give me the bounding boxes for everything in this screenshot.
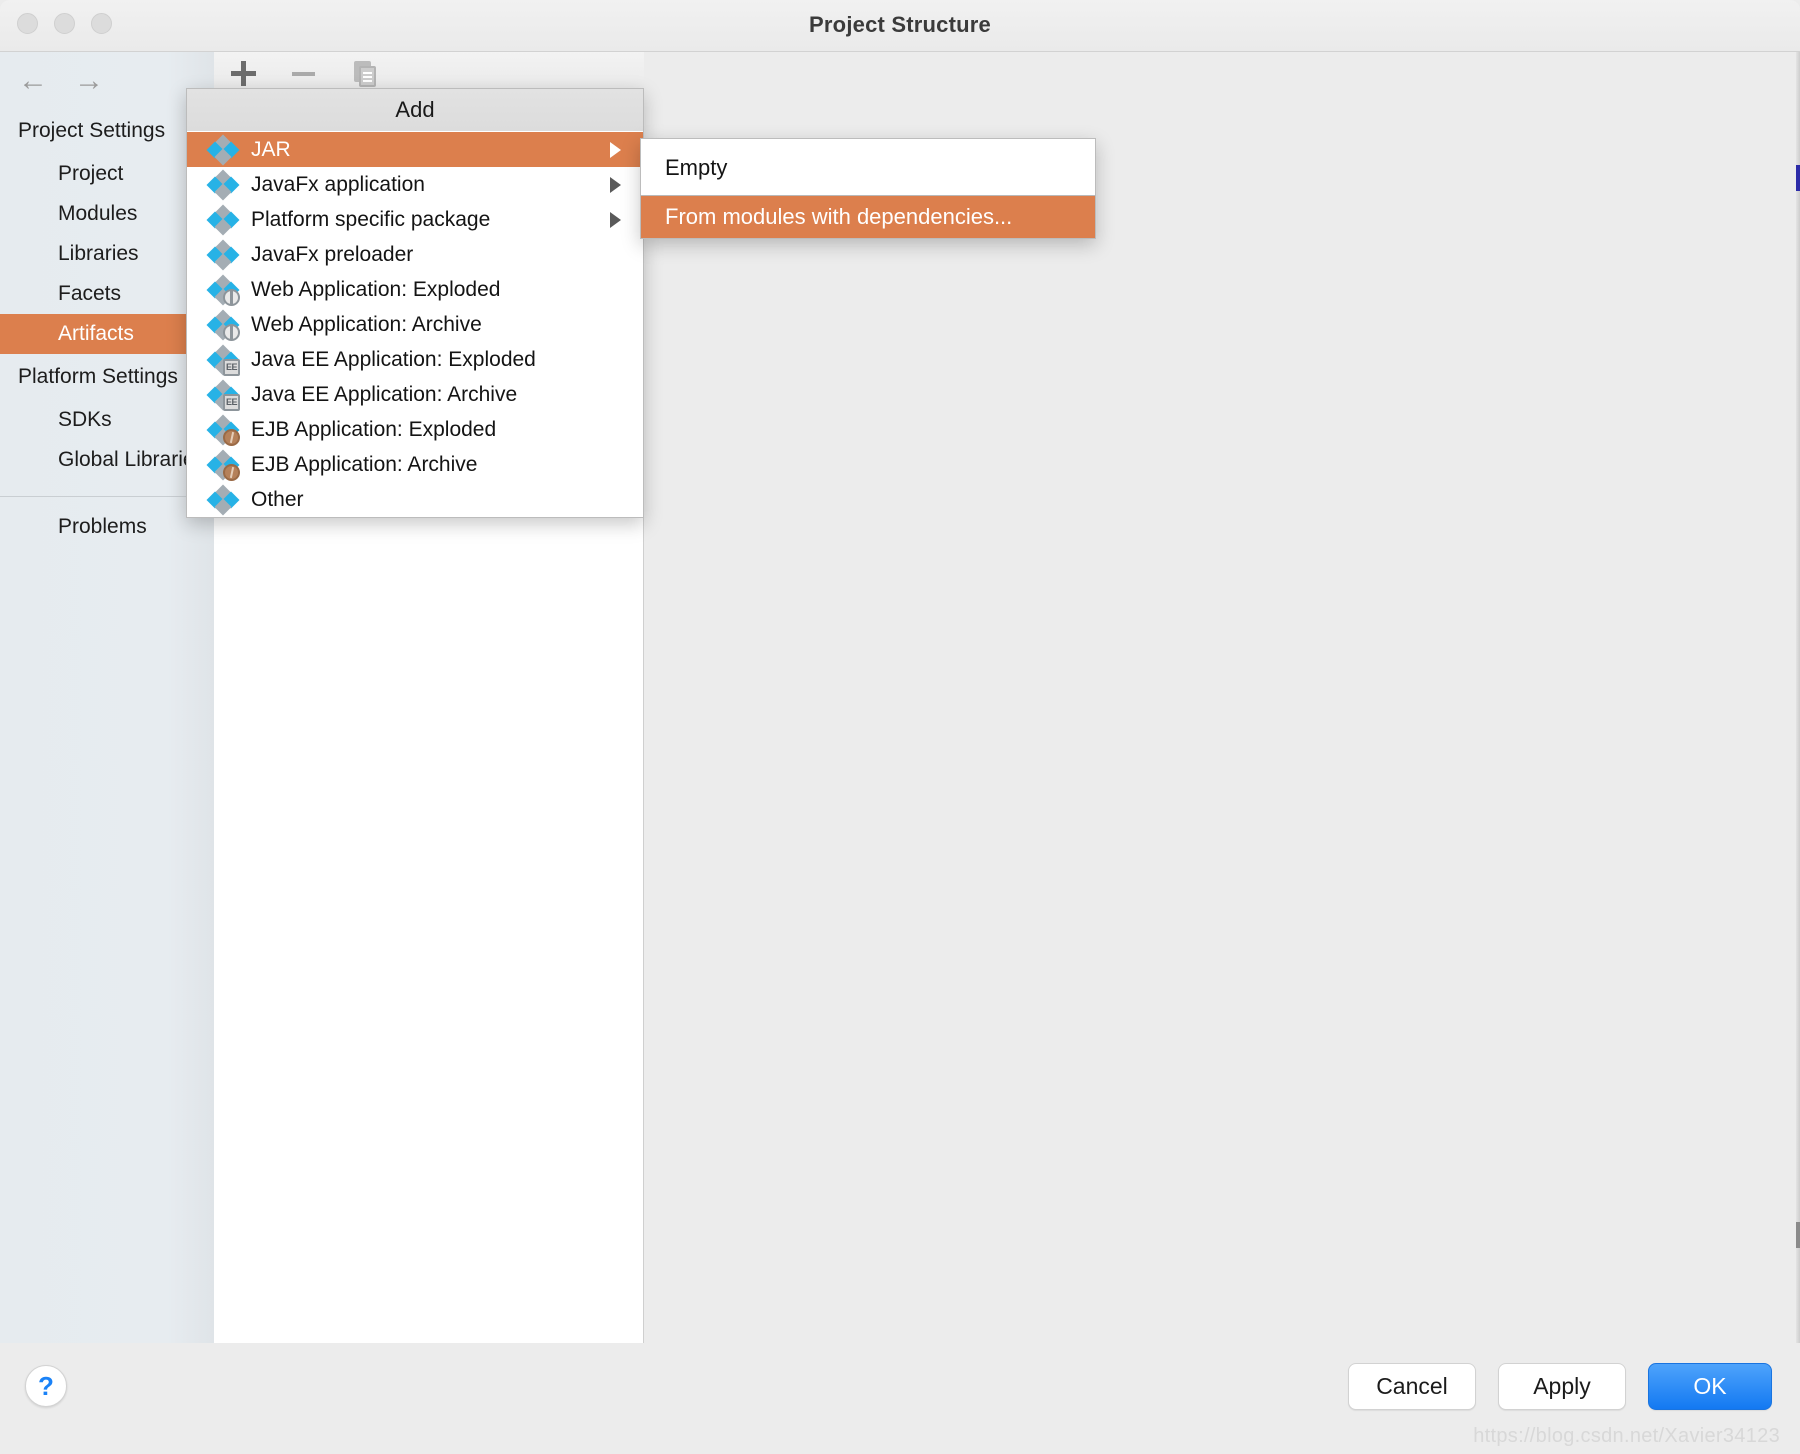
project-structure-dialog: Project Structure ← → Project Settings P…	[0, 0, 1800, 1454]
window-right-edge	[1796, 52, 1800, 1343]
edge-marker-top	[1796, 165, 1800, 191]
sidebar-item-sdks[interactable]: SDKs	[0, 400, 214, 440]
menu-item-java-ee-application-archive[interactable]: EE Java EE Application: Archive	[187, 377, 643, 412]
menu-item-javafx-application[interactable]: JavaFx application	[187, 167, 643, 202]
menu-item-label: EJB Application: Exploded	[251, 417, 497, 441]
back-arrow-icon[interactable]: ←	[16, 66, 50, 96]
diamond-cluster-icon	[206, 134, 240, 165]
menu-item-label: Web Application: Exploded	[251, 277, 501, 301]
sidebar-item-artifacts[interactable]: Artifacts	[0, 314, 214, 354]
menu-item-label: JavaFx application	[251, 172, 425, 196]
menu-item-label: EJB Application: Archive	[251, 452, 478, 476]
menu-item-label: JAR	[251, 137, 291, 161]
diamond-cluster-icon	[206, 239, 240, 270]
menu-item-other[interactable]: Other	[187, 482, 643, 517]
menu-item-java-ee-application-exploded[interactable]: EE Java EE Application: Exploded	[187, 342, 643, 377]
sidebar-group-project-settings: Project Settings	[18, 119, 166, 142]
menu-item-label: JavaFx preloader	[251, 242, 414, 266]
add-menu-header: Add	[187, 89, 643, 132]
submenu-item-from-modules-with-dependencies[interactable]: From modules with dependencies...	[641, 196, 1095, 238]
edge-marker-bottom	[1796, 1222, 1800, 1248]
diamond-cluster-bean-icon	[206, 414, 240, 446]
menu-item-javafx-preloader[interactable]: JavaFx preloader	[187, 237, 643, 272]
menu-item-label: Java EE Application: Archive	[251, 382, 518, 406]
window-title: Project Structure	[809, 12, 991, 37]
diamond-cluster-globe-icon	[206, 274, 240, 306]
diamond-cluster-bean-icon	[206, 449, 240, 481]
menu-item-ejb-application-exploded[interactable]: EJB Application: Exploded	[187, 412, 643, 447]
cancel-button[interactable]: Cancel	[1348, 1363, 1476, 1410]
menu-item-jar[interactable]: JAR	[187, 132, 643, 167]
sidebar-item-libraries[interactable]: Libraries	[0, 234, 214, 274]
sidebar-group-platform-settings: Platform Settings	[18, 365, 178, 388]
menu-item-label: Other	[251, 487, 304, 511]
artifact-detail-panel	[645, 52, 1800, 1343]
window-titlebar: Project Structure	[0, 0, 1800, 52]
sidebar-item-facets[interactable]: Facets	[0, 274, 214, 314]
sidebar-nav-arrows: ← →	[10, 60, 130, 102]
diamond-cluster-globe-icon	[206, 309, 240, 341]
dialog-button-row: Cancel Apply OK	[1348, 1363, 1772, 1410]
jar-submenu: Empty From modules with dependencies...	[640, 138, 1096, 239]
sidebar-item-project[interactable]: Project	[0, 154, 214, 194]
chevron-right-icon	[610, 176, 621, 193]
sidebar-item-modules[interactable]: Modules	[0, 194, 214, 234]
sidebar-divider	[0, 496, 214, 497]
add-icon[interactable]	[229, 59, 263, 89]
settings-sidebar: ← → Project Settings Project Modules Lib…	[0, 52, 214, 1343]
menu-item-label: Web Application: Archive	[251, 312, 482, 336]
add-popup-menu: Add JAR JavaFx application Platform spec…	[186, 88, 644, 518]
menu-item-platform-specific-package[interactable]: Platform specific package	[187, 202, 643, 237]
dialog-footer: ? Cancel Apply OK https://blog.csdn.net/…	[0, 1343, 1800, 1454]
diamond-cluster-icon	[206, 169, 240, 200]
chevron-right-icon	[610, 141, 621, 158]
remove-icon[interactable]	[289, 59, 323, 89]
menu-item-ejb-application-archive[interactable]: EJB Application: Archive	[187, 447, 643, 482]
chevron-right-icon	[610, 211, 621, 228]
diamond-cluster-ee-icon: EE	[206, 379, 240, 411]
menu-item-label: Platform specific package	[251, 207, 491, 231]
ee-badge-label: EE	[223, 358, 240, 376]
ok-button[interactable]: OK	[1648, 1363, 1772, 1410]
help-icon[interactable]: ?	[25, 1365, 67, 1407]
diamond-cluster-icon	[206, 484, 240, 515]
diamond-cluster-icon	[206, 204, 240, 235]
ee-badge-label: EE	[223, 393, 240, 411]
watermark-text: https://blog.csdn.net/Xavier34123	[1473, 1425, 1780, 1447]
apply-button[interactable]: Apply	[1498, 1363, 1626, 1410]
sidebar-item-problems[interactable]: Problems	[0, 507, 214, 547]
menu-item-web-application-archive[interactable]: Web Application: Archive	[187, 307, 643, 342]
menu-item-label: Java EE Application: Exploded	[251, 347, 536, 371]
forward-arrow-icon[interactable]: →	[72, 66, 106, 96]
diamond-cluster-ee-icon: EE	[206, 344, 240, 376]
menu-item-web-application-exploded[interactable]: Web Application: Exploded	[187, 272, 643, 307]
sidebar-item-global-libraries[interactable]: Global Libraries	[0, 440, 214, 480]
copy-icon[interactable]	[349, 59, 383, 89]
sidebar-list: Project Settings Project Modules Librari…	[0, 108, 214, 547]
submenu-item-empty[interactable]: Empty	[641, 147, 1095, 189]
